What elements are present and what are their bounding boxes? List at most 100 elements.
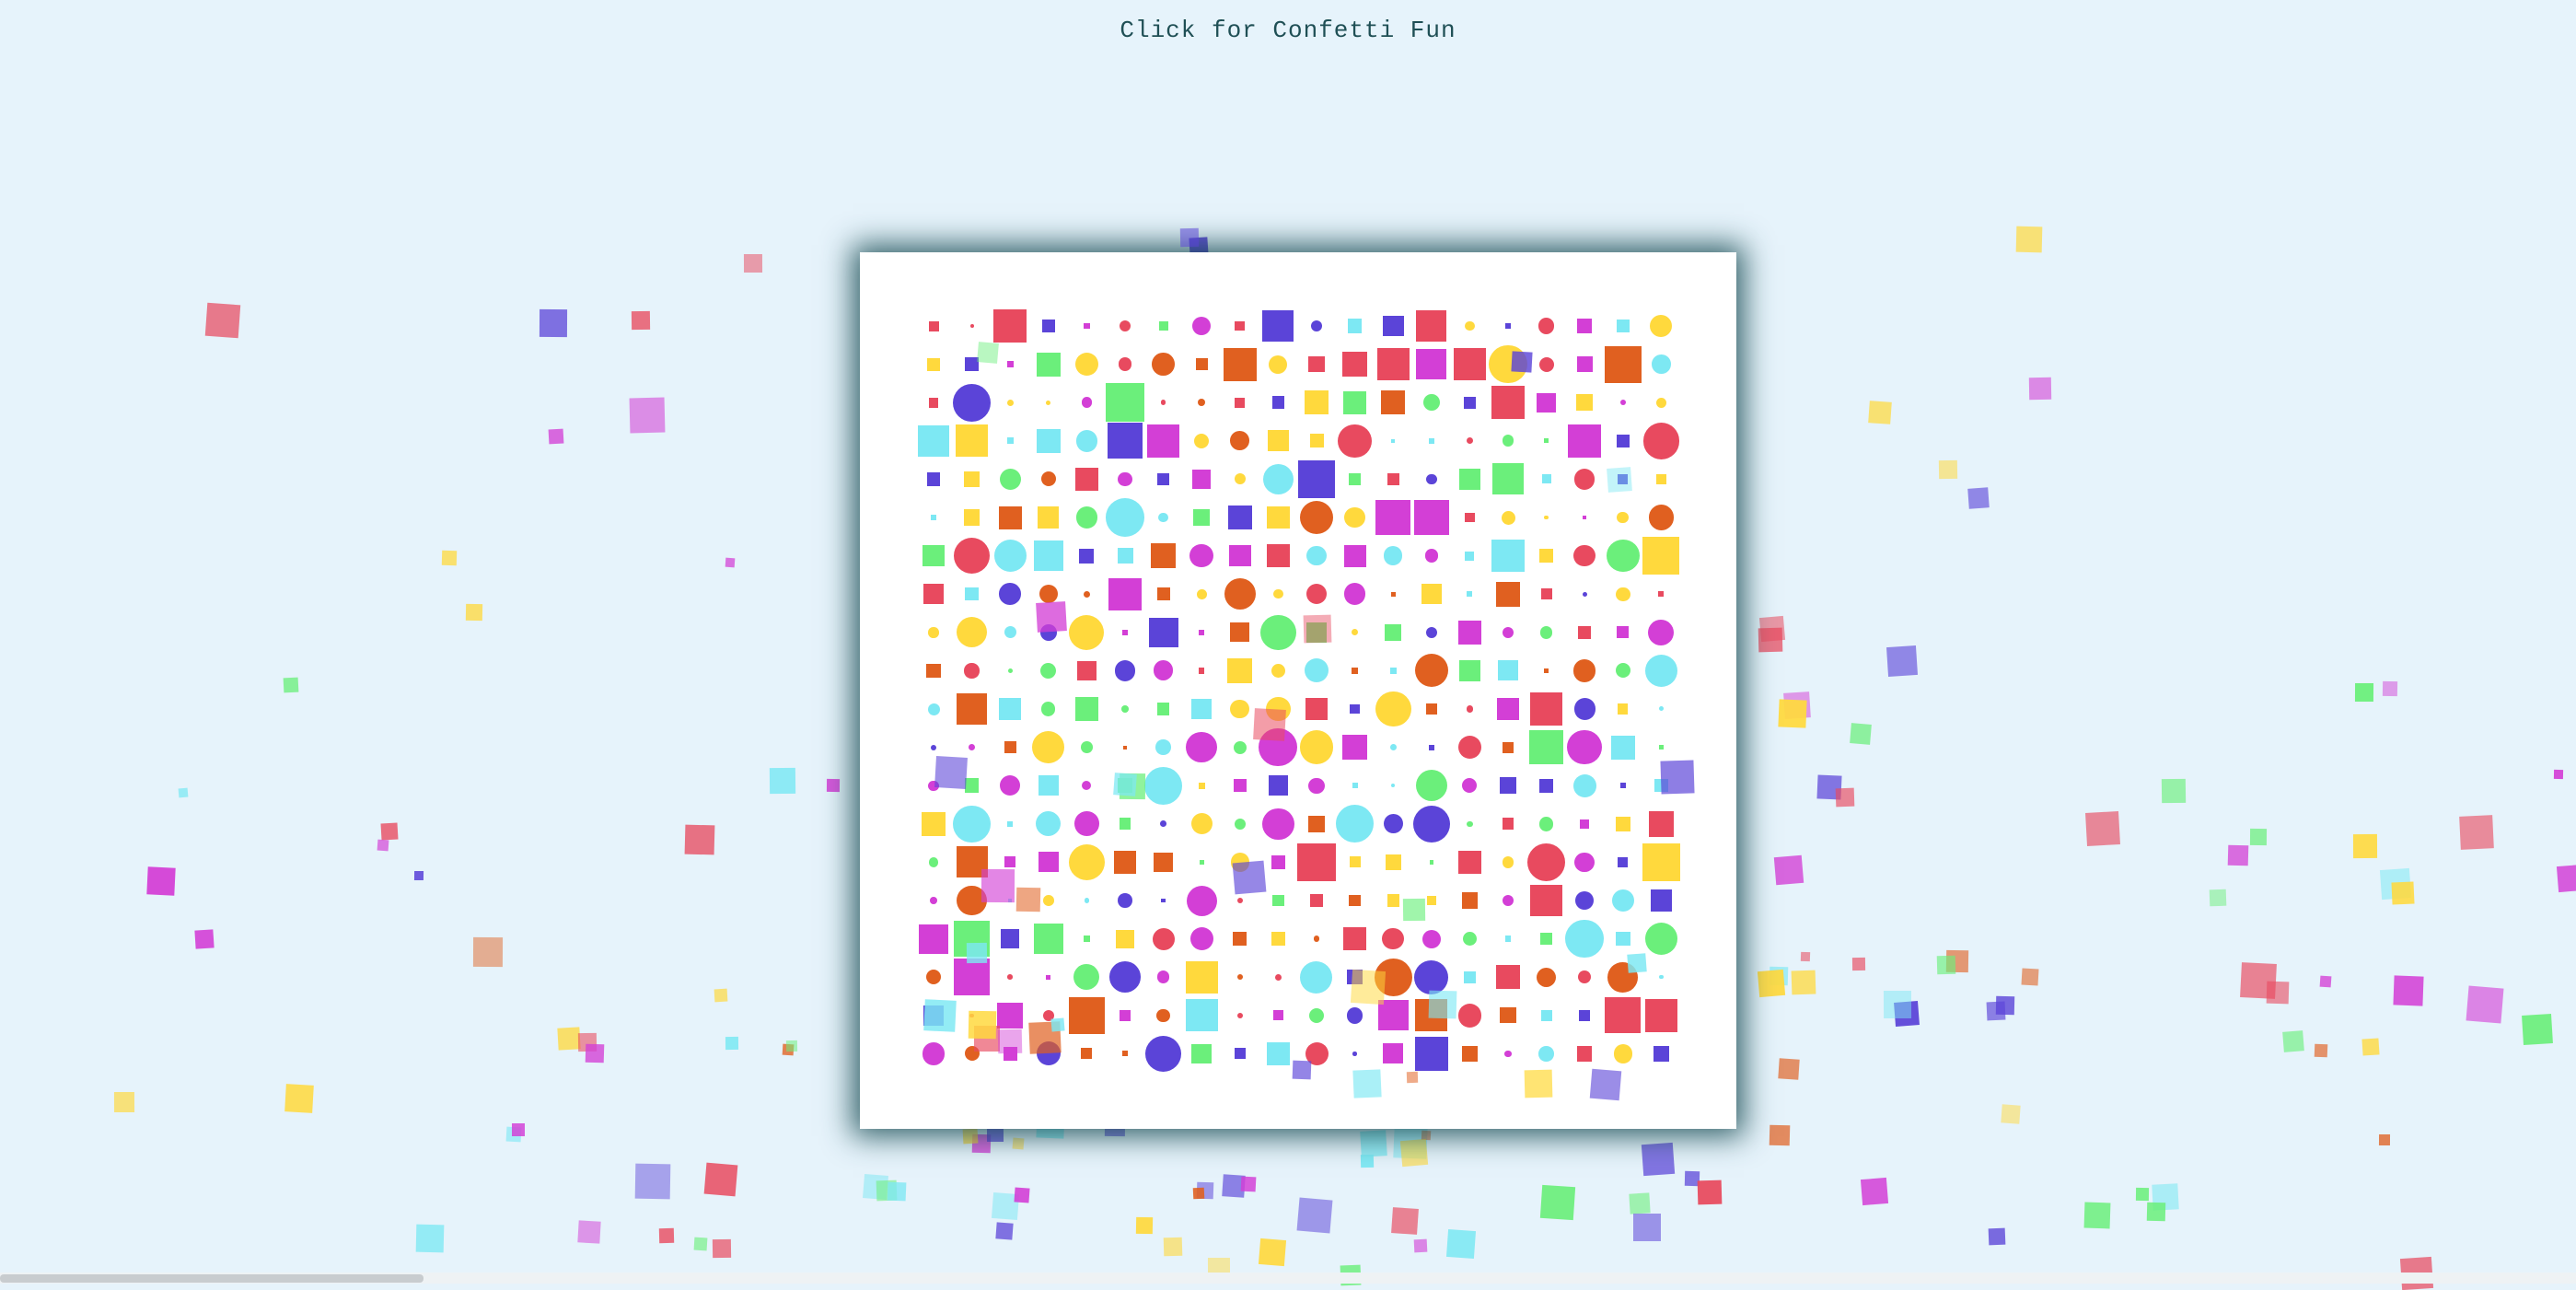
confetti-square-red	[1343, 927, 1366, 950]
confetti-dot-green	[928, 857, 939, 867]
confetti-square-orange	[1351, 667, 1359, 675]
confetti-square-green	[1529, 730, 1564, 765]
confetti-dot-yellow	[1271, 663, 1285, 678]
confetti-dot-magenta	[1421, 929, 1441, 948]
confetti-square-purple	[1268, 775, 1289, 796]
confetti-dot-green	[1415, 770, 1447, 802]
confetti-dot-magenta	[1567, 729, 1603, 765]
confetti-square-cyan	[1185, 999, 1218, 1032]
confetti-dot-yellow	[1650, 315, 1673, 337]
confetti-dot-yellow	[1190, 813, 1213, 835]
confetti-square-magenta	[1496, 697, 1520, 721]
confetti-square-magenta	[1006, 361, 1014, 368]
confetti-square-red	[1305, 698, 1328, 720]
confetti-square-purple	[1148, 617, 1178, 647]
confetti-dot-orange	[1607, 961, 1639, 993]
confetti-dot-purple	[999, 583, 1021, 605]
confetti-dot-red	[1457, 735, 1482, 760]
confetti-square-yellow	[1539, 549, 1554, 564]
confetti-square-orange	[1495, 581, 1521, 607]
confetti-square-magenta	[1229, 544, 1251, 567]
confetti-square-red	[1297, 843, 1336, 882]
confetti-dot-magenta	[1074, 811, 1099, 837]
confetti-dot-red	[969, 324, 974, 329]
confetti-square-yellow	[1271, 932, 1285, 946]
confetti-square-purple	[1382, 315, 1404, 337]
confetti-square-cyan	[1033, 540, 1063, 571]
confetti-dot-green	[1308, 1007, 1325, 1023]
confetti-square-orange	[1113, 851, 1137, 874]
confetti-dot-purple	[1036, 1041, 1061, 1066]
confetti-square-yellow	[926, 357, 941, 371]
confetti-dot-yellow	[1544, 515, 1549, 520]
confetti-square-red	[993, 309, 1027, 343]
confetti-square-magenta	[1343, 544, 1366, 567]
confetti-square-green	[1084, 936, 1090, 942]
confetti-dot-yellow	[1375, 691, 1411, 727]
confetti-dot-red	[953, 537, 991, 575]
confetti-dot-orange	[1299, 500, 1334, 535]
confetti-square-cyan	[1266, 1041, 1290, 1065]
confetti-square-orange	[1154, 853, 1173, 872]
confetti-dot-magenta	[1081, 397, 1093, 408]
confetti-square-cyan	[1117, 548, 1133, 564]
confetti-dot-purple	[1145, 1035, 1182, 1072]
confetti-square-purple	[1271, 396, 1285, 409]
confetti-square-orange	[1122, 745, 1128, 750]
confetti-square-purple	[1234, 1048, 1246, 1060]
confetti-square-magenta	[1192, 470, 1212, 489]
confetti-square-red	[928, 320, 939, 331]
confetti-dot-yellow	[1465, 320, 1475, 331]
confetti-square-orange	[1425, 703, 1437, 715]
confetti-square-red	[1576, 1046, 1593, 1062]
confetti-dot-purple	[930, 744, 936, 750]
confetti-square-purple	[1107, 423, 1143, 459]
confetti-dot-magenta	[1503, 895, 1514, 906]
confetti-dot-magenta	[1308, 777, 1325, 794]
confetti-dot-yellow	[1269, 354, 1288, 374]
confetti-dot-yellow	[1502, 856, 1514, 868]
confetti-square-green	[1429, 860, 1434, 865]
confetti-dot-cyan	[1155, 739, 1171, 755]
confetti-dot-red	[1236, 1012, 1243, 1018]
confetti-square-orange	[1230, 622, 1250, 643]
confetti-square-cyan	[1007, 898, 1013, 903]
confetti-square-magenta	[1457, 621, 1482, 645]
confetti-dot-yellow	[1230, 853, 1250, 872]
confetti-square-yellow	[964, 509, 981, 526]
confetti-square-orange	[998, 506, 1022, 529]
confetti-dot-cyan	[1659, 974, 1664, 980]
confetti-square-magenta	[1341, 734, 1368, 761]
confetti-square-red	[1387, 472, 1399, 485]
confetti-square-red	[1502, 818, 1514, 831]
confetti-dot-cyan	[1004, 626, 1016, 639]
confetti-square-purple	[923, 1005, 944, 1026]
confetti-square-green	[1074, 697, 1099, 721]
confetti-dot-purple	[1118, 893, 1132, 908]
confetti-dot-cyan	[1565, 919, 1604, 959]
confetti-dot-green	[1233, 740, 1247, 754]
confetti-square-purple	[1464, 397, 1476, 409]
confetti-square-magenta	[997, 1003, 1024, 1029]
confetti-dot-cyan	[1383, 546, 1403, 565]
confetti-square-magenta	[1046, 974, 1051, 980]
confetti-dot-yellow	[1196, 588, 1207, 599]
confetti-square-yellow	[1115, 929, 1134, 948]
confetti-square-red	[928, 397, 939, 408]
confetti-dot-cyan	[1335, 805, 1375, 843]
confetti-square-magenta	[1375, 499, 1411, 536]
confetti-square-cyan	[917, 424, 950, 458]
confetti-square-red	[1530, 884, 1562, 917]
confetti-square-yellow	[964, 471, 980, 487]
confetti-dot-yellow	[1193, 433, 1210, 448]
confetti-square-purple	[1500, 777, 1516, 795]
confetti-square-magenta	[1377, 1000, 1409, 1031]
confetti-dot-magenta	[1186, 885, 1217, 916]
confetti-dot-yellow	[1069, 614, 1105, 650]
confetti-dot-orange	[1313, 936, 1320, 942]
confetti-canvas-card[interactable]	[860, 252, 1736, 1129]
horizontal-scrollbar-thumb[interactable]	[0, 1274, 424, 1283]
confetti-square-green	[1349, 472, 1362, 485]
confetti-square-cyan	[1504, 936, 1512, 942]
confetti-square-yellow	[1309, 434, 1324, 448]
